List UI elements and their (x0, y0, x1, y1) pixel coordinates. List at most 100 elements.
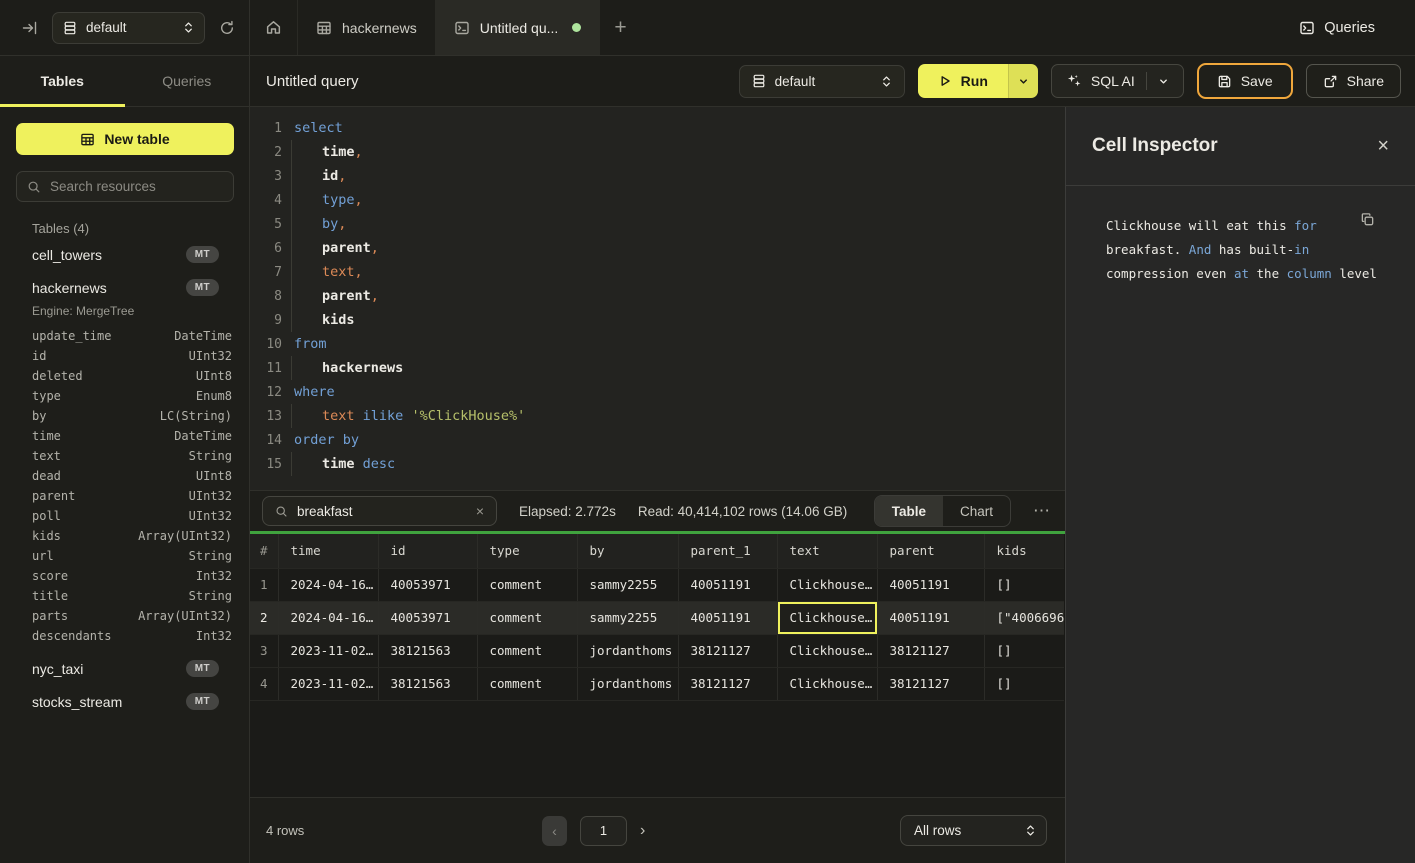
column-header-type[interactable]: type (477, 534, 577, 568)
column-item-parts[interactable]: partsArray(UInt32) (0, 606, 249, 626)
cell[interactable]: [] (984, 667, 1064, 700)
cell[interactable]: 40053971 (378, 568, 477, 601)
sql-ai-button[interactable]: SQL AI (1051, 64, 1184, 98)
column-item-text[interactable]: textString (0, 446, 249, 466)
cell[interactable]: 38121127 (678, 667, 777, 700)
cell[interactable]: 40051191 (678, 601, 777, 634)
view-tab-chart[interactable]: Chart (943, 496, 1010, 526)
column-item-url[interactable]: urlString (0, 546, 249, 566)
clear-search-button[interactable]: × (476, 504, 484, 518)
editor-line-9[interactable]: 9kids (256, 308, 1065, 332)
cell[interactable]: Clickhouse… (777, 568, 877, 601)
tab-untitled-query[interactable]: Untitled qu... (436, 0, 601, 55)
new-tab-button[interactable]: + (600, 17, 640, 38)
table-row[interactable]: 42023-11-02…38121563commentjordanthoms38… (250, 667, 1064, 700)
cell[interactable]: comment (477, 667, 577, 700)
editor-line-11[interactable]: 11hackernews (256, 356, 1065, 380)
cell[interactable]: 2023-11-02… (278, 667, 378, 700)
cell[interactable]: jordanthoms (577, 667, 678, 700)
cell[interactable]: sammy2255 (577, 568, 678, 601)
cell[interactable]: Clickhouse… (777, 634, 877, 667)
table-item-stocks_stream[interactable]: stocks_streamMT (0, 685, 249, 718)
cell[interactable]: Clickhouse… (777, 667, 877, 700)
cell[interactable]: 2023-11-02… (278, 634, 378, 667)
row-index[interactable]: 1 (250, 568, 278, 601)
editor-line-8[interactable]: 8parent, (256, 284, 1065, 308)
run-options-caret[interactable] (1008, 64, 1038, 98)
column-header-parent_1[interactable]: parent_1 (678, 534, 777, 568)
column-item-update_time[interactable]: update_timeDateTime (0, 326, 249, 346)
column-header-time[interactable]: time (278, 534, 378, 568)
editor-line-15[interactable]: 15time desc (256, 452, 1065, 476)
column-item-kids[interactable]: kidsArray(UInt32) (0, 526, 249, 546)
query-connection-select[interactable]: default (739, 65, 905, 98)
prev-page-button[interactable]: ‹ (542, 816, 567, 846)
row-index[interactable]: 3 (250, 634, 278, 667)
column-item-descendants[interactable]: descendantsInt32 (0, 626, 249, 646)
table-row[interactable]: 12024-04-16…40053971commentsammy22554005… (250, 568, 1064, 601)
more-options-button[interactable]: ⋯ (1033, 501, 1051, 521)
resource-search[interactable] (16, 171, 234, 202)
cell[interactable]: jordanthoms (577, 634, 678, 667)
cell[interactable]: [] (984, 634, 1064, 667)
selected-cell[interactable]: Clickhouse… (777, 601, 877, 634)
new-table-button[interactable]: New table (16, 123, 234, 155)
cell[interactable]: 38121127 (678, 634, 777, 667)
column-item-parent[interactable]: parentUInt32 (0, 486, 249, 506)
editor-line-13[interactable]: 13text ilike '%ClickHouse%' (256, 404, 1065, 428)
column-item-score[interactable]: scoreInt32 (0, 566, 249, 586)
column-item-time[interactable]: timeDateTime (0, 426, 249, 446)
cell[interactable]: 40053971 (378, 601, 477, 634)
editor-line-14[interactable]: 14order by (256, 428, 1065, 452)
column-header-text[interactable]: text (777, 534, 877, 568)
cell[interactable]: 40051191 (877, 601, 984, 634)
cell[interactable]: 40051191 (877, 568, 984, 601)
cell[interactable]: comment (477, 634, 577, 667)
tab-hackernews[interactable]: hackernews (298, 0, 436, 55)
cell[interactable]: comment (477, 568, 577, 601)
editor-line-6[interactable]: 6parent, (256, 236, 1065, 260)
column-item-poll[interactable]: pollUInt32 (0, 506, 249, 526)
sql-editor[interactable]: 1select2time,3id,4type,5by,6parent,7text… (250, 107, 1065, 490)
table-row[interactable]: 32023-11-02…38121563commentjordanthoms38… (250, 634, 1064, 667)
editor-line-1[interactable]: 1select (256, 116, 1065, 140)
column-item-title[interactable]: titleString (0, 586, 249, 606)
table-item-cell_towers[interactable]: cell_towersMT (0, 238, 249, 271)
close-inspector-button[interactable]: × (1377, 136, 1389, 156)
editor-line-12[interactable]: 12where (256, 380, 1065, 404)
next-page-button[interactable]: › (640, 822, 645, 840)
table-row[interactable]: 22024-04-16…40053971commentsammy22554005… (250, 601, 1064, 634)
results-search[interactable]: × (262, 496, 497, 526)
cell[interactable]: 38121563 (378, 667, 477, 700)
editor-line-10[interactable]: 10from (256, 332, 1065, 356)
column-item-dead[interactable]: deadUInt8 (0, 466, 249, 486)
resource-search-input[interactable] (50, 179, 227, 194)
column-header-kids[interactable]: kids (984, 534, 1064, 568)
refresh-button[interactable] (219, 20, 235, 36)
cell[interactable]: 2024-04-16… (278, 601, 378, 634)
tab-home[interactable] (250, 0, 298, 55)
editor-line-4[interactable]: 4type, (256, 188, 1065, 212)
sidebar-tab-queries[interactable]: Queries (125, 56, 250, 106)
page-size-select[interactable]: All rows (900, 815, 1047, 846)
column-header-by[interactable]: by (577, 534, 678, 568)
sidebar-tab-tables[interactable]: Tables (0, 56, 125, 106)
column-item-id[interactable]: idUInt32 (0, 346, 249, 366)
cell[interactable]: 40051191 (678, 568, 777, 601)
cell[interactable]: 38121127 (877, 634, 984, 667)
page-number-input[interactable] (580, 816, 627, 846)
column-header-id[interactable]: id (378, 534, 477, 568)
run-button-main[interactable]: Run (918, 64, 1008, 98)
column-header-index[interactable]: # (250, 534, 278, 568)
editor-line-2[interactable]: 2time, (256, 140, 1065, 164)
save-button[interactable]: Save (1197, 63, 1293, 99)
table-item-nyc_taxi[interactable]: nyc_taxiMT (0, 652, 249, 685)
table-item-hackernews[interactable]: hackernewsMT (0, 271, 249, 304)
copy-cell-button[interactable] (1360, 212, 1375, 227)
row-index[interactable]: 2 (250, 601, 278, 634)
editor-line-7[interactable]: 7text, (256, 260, 1065, 284)
share-button[interactable]: Share (1306, 64, 1401, 98)
cell[interactable]: 2024-04-16… (278, 568, 378, 601)
queries-panel-button[interactable]: Queries (1299, 20, 1375, 36)
editor-line-5[interactable]: 5by, (256, 212, 1065, 236)
